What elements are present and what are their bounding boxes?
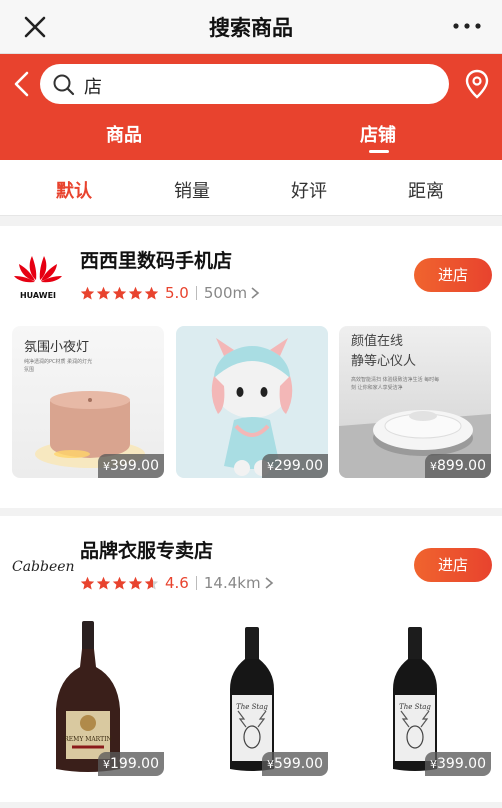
sort-bar: 默认 销量 好评 距离: [0, 160, 502, 216]
sort-distance[interactable]: 距离: [408, 177, 444, 203]
search-header: 店 商品 店铺: [0, 54, 502, 160]
page-title: 搜索商品: [209, 16, 293, 40]
sort-sales[interactable]: 销量: [174, 177, 210, 203]
chevron-right-icon: [265, 577, 273, 589]
product-card[interactable]: ¥299.00: [176, 326, 328, 478]
product-card[interactable]: 氛围小夜灯 纯净透润的PC材质 柔润的灯光氛围 ¥399.00: [12, 326, 164, 478]
divider: [195, 576, 197, 590]
search-input[interactable]: 店: [40, 64, 449, 104]
star-icon: [128, 286, 143, 299]
location-pin-icon[interactable]: [464, 69, 490, 99]
chevron-left-icon[interactable]: [10, 69, 34, 99]
huawei-logo-text: HUAWEI: [20, 291, 56, 300]
product-card[interactable]: The Stag ¥399.00: [339, 619, 491, 776]
star-icon: [112, 576, 127, 589]
star-rating: [80, 286, 159, 301]
bottle-label-text: The Stag: [399, 703, 431, 711]
store-distance: 500m: [203, 284, 248, 302]
star-icon: [128, 576, 143, 589]
enter-store-button[interactable]: 进店: [414, 548, 492, 582]
product-price: ¥299.00: [262, 454, 328, 478]
product-price: ¥599.00: [262, 752, 328, 776]
bottle-label-text: REMY MARTIN: [64, 736, 111, 743]
product-price: ¥899.00: [425, 454, 491, 478]
cabbeen-logo: Cabbeen: [12, 559, 75, 575]
store-card[interactable]: HUAWEI 西西里数码手机店 5.0 500m 进店 氛围小夜灯 纯净透润的P…: [0, 226, 502, 508]
huawei-logo: HUAWEI: [14, 256, 62, 300]
store-rating: 4.6 14.4km: [80, 573, 274, 593]
more-dots-icon[interactable]: [450, 12, 484, 40]
divider: [195, 286, 197, 300]
search-value: 店: [84, 77, 102, 98]
star-icon: [112, 286, 127, 299]
store-distance: 14.4km: [203, 574, 261, 592]
rating-value: 5.0: [165, 284, 189, 302]
star-icon: [80, 286, 95, 299]
bottle-label-text: The Stag: [236, 703, 268, 711]
store-rating: 5.0 500m: [80, 283, 260, 303]
tab-products[interactable]: 商品: [106, 121, 142, 147]
search-icon: [53, 74, 75, 96]
chevron-right-icon: [251, 287, 260, 299]
star-icon: [144, 286, 159, 299]
star-rating: [80, 576, 159, 591]
product-card[interactable]: REMY MARTIN ¥199.00: [12, 619, 164, 776]
tab-active-indicator: [369, 150, 389, 153]
enter-store-button[interactable]: 进店: [414, 258, 492, 292]
product-card[interactable]: 颜值在线 静等心仪人 高效智能清扫 体验极致洁净生活 每时每刻 让你和家人享受洁…: [339, 326, 491, 478]
star-icon: [96, 576, 111, 589]
store-name: 西西里数码手机店: [80, 250, 233, 272]
star-icon: [144, 576, 159, 589]
store-name: 品牌衣服专卖店: [80, 540, 214, 562]
product-price: ¥199.00: [98, 752, 164, 776]
tab-stores[interactable]: 店铺: [360, 121, 396, 147]
product-price: ¥399.00: [98, 454, 164, 478]
sort-default[interactable]: 默认: [56, 177, 92, 203]
sort-reviews[interactable]: 好评: [291, 177, 327, 203]
title-bar: 搜索商品: [0, 0, 502, 54]
product-card[interactable]: The Stag ¥599.00: [176, 619, 328, 776]
product-price: ¥399.00: [425, 752, 491, 776]
store-card[interactable]: Cabbeen 品牌衣服专卖店 4.6 14.4km 进店 REMY MARTI…: [0, 516, 502, 802]
star-icon: [80, 576, 95, 589]
rating-value: 4.6: [165, 574, 189, 592]
star-icon: [96, 286, 111, 299]
